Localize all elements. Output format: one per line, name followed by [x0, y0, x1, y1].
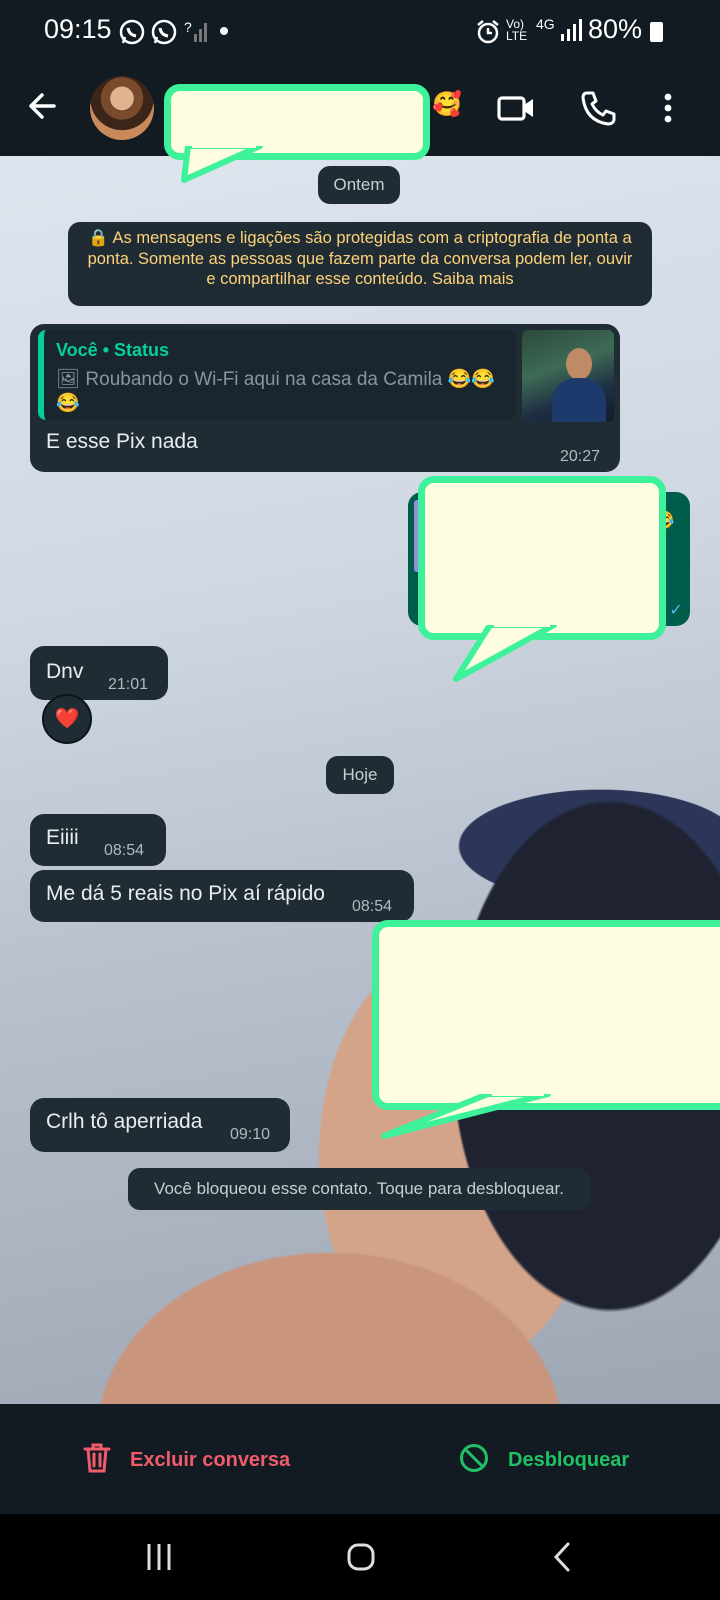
header-emoji: 🥰	[432, 91, 462, 118]
home-button[interactable]	[346, 1542, 376, 1577]
message-time: 08:54	[352, 898, 393, 915]
message-text: Dnv	[46, 660, 84, 683]
delete-chat-label: Excluir conversa	[130, 1449, 291, 1471]
message-text: E esse Pix nada	[46, 430, 198, 453]
back-button[interactable]	[24, 86, 64, 126]
message-time: 08:54	[104, 842, 145, 859]
volte-icon: Vo) LTE	[506, 17, 528, 43]
video-call-button[interactable]	[496, 88, 536, 128]
alarm-icon	[474, 18, 502, 51]
date-separator-today: Hoje	[326, 756, 394, 794]
status-time: 09:15	[44, 14, 112, 44]
redaction-box	[372, 920, 720, 1110]
trash-icon	[82, 1442, 112, 1479]
svg-text:?: ?	[184, 19, 192, 35]
date-separator-yesterday: Ontem	[318, 166, 400, 204]
heart-reaction[interactable]: ❤️	[42, 694, 92, 744]
redaction-tail	[381, 1094, 551, 1139]
back-nav-button[interactable]	[548, 1540, 578, 1579]
signal-icon	[560, 18, 582, 47]
whatsapp-icon	[118, 18, 146, 51]
message-time: 21:01	[108, 676, 149, 693]
message-time: 20:27	[560, 448, 601, 465]
blocked-contact-notice[interactable]: Você bloqueou esse contato. Toque para d…	[128, 1168, 590, 1210]
battery-level: 80%	[588, 14, 643, 44]
redaction-tail	[181, 146, 263, 183]
voice-call-button[interactable]	[578, 88, 618, 128]
contact-avatar[interactable]	[90, 76, 154, 140]
message-text: Eiiii	[46, 826, 79, 849]
message-text: Me dá 5 reais no Pix aí rápido	[46, 882, 325, 905]
recent-apps-button[interactable]	[144, 1540, 174, 1579]
unblock-label: Desbloquear	[508, 1449, 630, 1471]
block-icon	[458, 1442, 490, 1479]
quote-text: 🖼 Roubando o Wi-Fi aqui na casa da Camil…	[56, 369, 495, 414]
4g-icon: 4G	[536, 16, 555, 32]
redaction-box	[418, 476, 666, 640]
quote-author: Você • Status	[56, 340, 170, 360]
status-thumbnail	[522, 330, 614, 422]
redaction-tail	[453, 625, 557, 682]
battery-icon	[650, 22, 663, 42]
whatsapp-icon	[150, 18, 178, 51]
unblock-button[interactable]: Desbloquear	[458, 1442, 629, 1479]
encryption-notice[interactable]: 🔒 As mensagens e ligações são protegidas…	[68, 222, 652, 306]
message-time: 09:10	[230, 1126, 271, 1143]
more-options-button[interactable]	[648, 88, 688, 128]
signal-unknown-icon: ?	[184, 18, 210, 49]
message-text: Crlh tô aperriada	[46, 1110, 203, 1133]
delete-chat-button[interactable]: Excluir conversa	[82, 1442, 290, 1479]
dot-icon	[220, 27, 228, 35]
